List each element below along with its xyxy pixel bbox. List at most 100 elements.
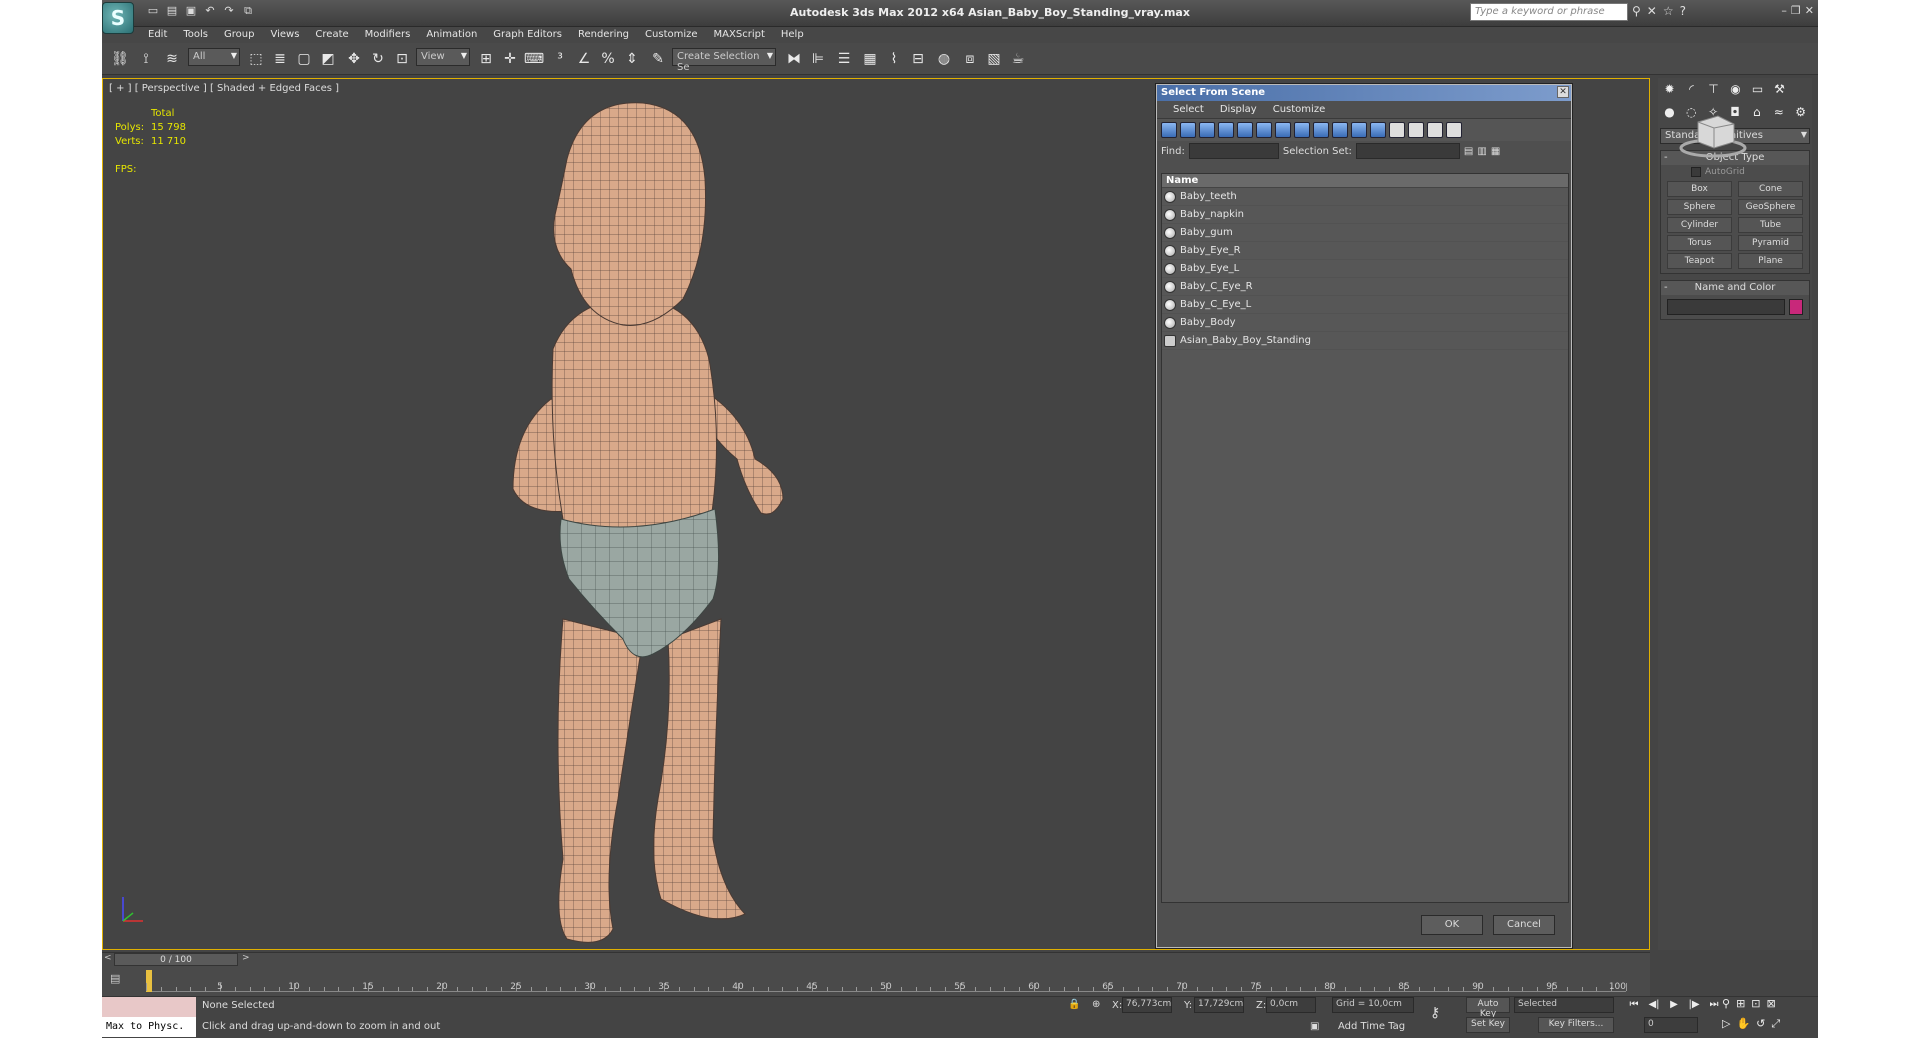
maxscript-mini-listener[interactable]: Max to Physc.	[102, 1017, 196, 1037]
menu-edit[interactable]: Edit	[148, 27, 167, 43]
autogrid-checkbox[interactable]	[1691, 167, 1701, 177]
menu-tools[interactable]: Tools	[183, 27, 208, 43]
auto-key-button[interactable]: Auto Key	[1466, 997, 1510, 1019]
cameras-filter-icon[interactable]	[1218, 122, 1234, 138]
align-icon[interactable]: ⊫	[806, 47, 830, 71]
orbit-icon[interactable]: ↺	[1756, 1017, 1765, 1031]
ok-button[interactable]: OK	[1421, 915, 1483, 935]
move-icon[interactable]: ✥	[342, 47, 366, 71]
hidden-filter-icon[interactable]	[1370, 122, 1386, 138]
select-manipulate-icon[interactable]: ✛	[498, 47, 522, 71]
geometry-icon[interactable]: ●	[1662, 105, 1677, 120]
filter-icon[interactable]	[1446, 122, 1462, 138]
groups-filter-icon[interactable]	[1275, 122, 1291, 138]
scale-icon[interactable]: ⊡	[390, 47, 414, 71]
menu-views[interactable]: Views	[270, 27, 299, 43]
menu-graph-editors[interactable]: Graph Editors	[493, 27, 562, 43]
pyramid-button[interactable]: Pyramid	[1738, 235, 1803, 251]
star-icon[interactable]: ☆	[1663, 4, 1674, 18]
list-item[interactable]: Baby_C_Eye_R	[1162, 278, 1568, 296]
name-column-header[interactable]: Name	[1162, 174, 1568, 188]
containers-filter-icon[interactable]	[1332, 122, 1348, 138]
help-icon[interactable]: ?	[1680, 4, 1686, 18]
list-item[interactable]: Baby_C_Eye_L	[1162, 296, 1568, 314]
edit-named-sel-icon[interactable]: ✎	[646, 47, 670, 71]
schematic-view-icon[interactable]: ⊟	[906, 47, 930, 71]
rendered-frame-icon[interactable]: ▧	[982, 47, 1006, 71]
current-frame-field[interactable]: 0	[1644, 1017, 1698, 1033]
transform-mode-icon[interactable]: ⊕	[1092, 999, 1100, 1010]
cancel-button[interactable]: Cancel	[1493, 915, 1555, 935]
link-icon[interactable]: ⛓	[108, 47, 132, 71]
systems-icon[interactable]: ⚙	[1793, 105, 1808, 120]
bones-filter-icon[interactable]	[1313, 122, 1329, 138]
menu-rendering[interactable]: Rendering	[578, 27, 629, 43]
ref-coord-dropdown[interactable]: View	[416, 48, 470, 66]
next-frame-icon[interactable]: >	[242, 953, 250, 963]
baby-model[interactable]	[483, 99, 903, 959]
list-item[interactable]: Baby_gum	[1162, 224, 1568, 242]
list-item[interactable]: Baby_Eye_R	[1162, 242, 1568, 260]
go-to-start-icon[interactable]: ⏮	[1626, 997, 1642, 1013]
named-selection-dropdown[interactable]: Create Selection Se	[672, 48, 776, 73]
create-tab-icon[interactable]: ✹	[1662, 82, 1677, 97]
mirror-icon[interactable]: ⧓	[782, 47, 806, 71]
list-item[interactable]: Baby_Eye_L	[1162, 260, 1568, 278]
geometry-filter-icon[interactable]	[1161, 122, 1177, 138]
snap-3d-icon[interactable]: ³	[548, 47, 572, 71]
rotate-icon[interactable]: ↻	[366, 47, 390, 71]
helpers-filter-icon[interactable]	[1237, 122, 1253, 138]
motion-tab-icon[interactable]: ◉	[1728, 82, 1743, 97]
keyboard-shortcut-icon[interactable]: ⌨	[522, 47, 546, 71]
frame-ruler[interactable]: 5 10 15 20 25 30 35 40 45 50 55 60 65 70 75 80 85 90 95 100	[146, 970, 1627, 992]
teapot-button[interactable]: Teapot	[1667, 253, 1732, 269]
select-object-icon[interactable]: ⬚	[244, 47, 268, 71]
selection-filter-dropdown[interactable]: All	[188, 48, 240, 66]
torus-button[interactable]: Torus	[1667, 235, 1732, 251]
dialog-menu-customize[interactable]: Customize	[1273, 101, 1326, 118]
find-input[interactable]	[1188, 143, 1279, 159]
maximize-viewport-icon[interactable]: ⤢	[1771, 1017, 1780, 1031]
select-by-name-icon[interactable]: ≣	[268, 47, 292, 71]
menu-maxscript[interactable]: MAXScript	[714, 27, 765, 43]
object-color-swatch[interactable]	[1789, 299, 1803, 315]
lights-filter-icon[interactable]	[1199, 122, 1215, 138]
plane-button[interactable]: Plane	[1738, 253, 1803, 269]
frozen-filter-icon[interactable]	[1351, 122, 1367, 138]
utilities-tab-icon[interactable]: ⚒	[1772, 82, 1787, 97]
y-coordinate[interactable]: 17,729cm	[1194, 997, 1244, 1013]
set-key-button[interactable]: Set Key	[1466, 1017, 1510, 1033]
key-mode-dropdown[interactable]: Selected	[1514, 997, 1614, 1013]
unlink-icon[interactable]: ⟟	[134, 47, 158, 71]
dialog-menu-select[interactable]: Select	[1173, 101, 1204, 118]
tube-button[interactable]: Tube	[1738, 217, 1803, 233]
cone-button[interactable]: Cone	[1738, 181, 1803, 197]
fov-icon[interactable]: ▷	[1722, 1017, 1730, 1031]
add-time-tag[interactable]: Add Time Tag	[1338, 1021, 1405, 1032]
bind-spacewarp-icon[interactable]: ≋	[160, 47, 184, 71]
pan-icon[interactable]: ✋	[1736, 1017, 1750, 1031]
key-filters-button[interactable]: Key Filters...	[1538, 1017, 1614, 1033]
display-tab-icon[interactable]: ▭	[1750, 82, 1765, 97]
list-item[interactable]: Baby_napkin	[1162, 206, 1568, 224]
box-button[interactable]: Box	[1667, 181, 1732, 197]
list-item[interactable]: Asian_Baby_Boy_Standing	[1162, 332, 1568, 350]
app-logo[interactable]: S	[102, 2, 134, 34]
angle-snap-icon[interactable]: ∠	[572, 47, 596, 71]
cylinder-button[interactable]: Cylinder	[1667, 217, 1732, 233]
display-all-icon[interactable]	[1389, 122, 1405, 138]
select-none-icon[interactable]: ▥	[1477, 146, 1486, 157]
geosphere-button[interactable]: GeoSphere	[1738, 199, 1803, 215]
next-frame-button-icon[interactable]: |▶	[1686, 997, 1702, 1013]
lock-icon[interactable]: 🔒	[1068, 999, 1080, 1010]
minimize-icon[interactable]: –	[1781, 4, 1787, 17]
pivot-icon[interactable]: ⊞	[474, 47, 498, 71]
list-item[interactable]: Baby_Body	[1162, 314, 1568, 332]
spacewarps-icon[interactable]: ≈	[1771, 105, 1786, 120]
hierarchy-tab-icon[interactable]: ⊤	[1706, 82, 1721, 97]
dialog-menu-display[interactable]: Display	[1220, 101, 1257, 118]
maxscript-listener-top[interactable]	[102, 997, 196, 1017]
window-crossing-icon[interactable]: ◩	[316, 47, 340, 71]
object-name-field[interactable]	[1667, 299, 1785, 315]
x-coordinate[interactable]: 76,773cm	[1122, 997, 1172, 1013]
